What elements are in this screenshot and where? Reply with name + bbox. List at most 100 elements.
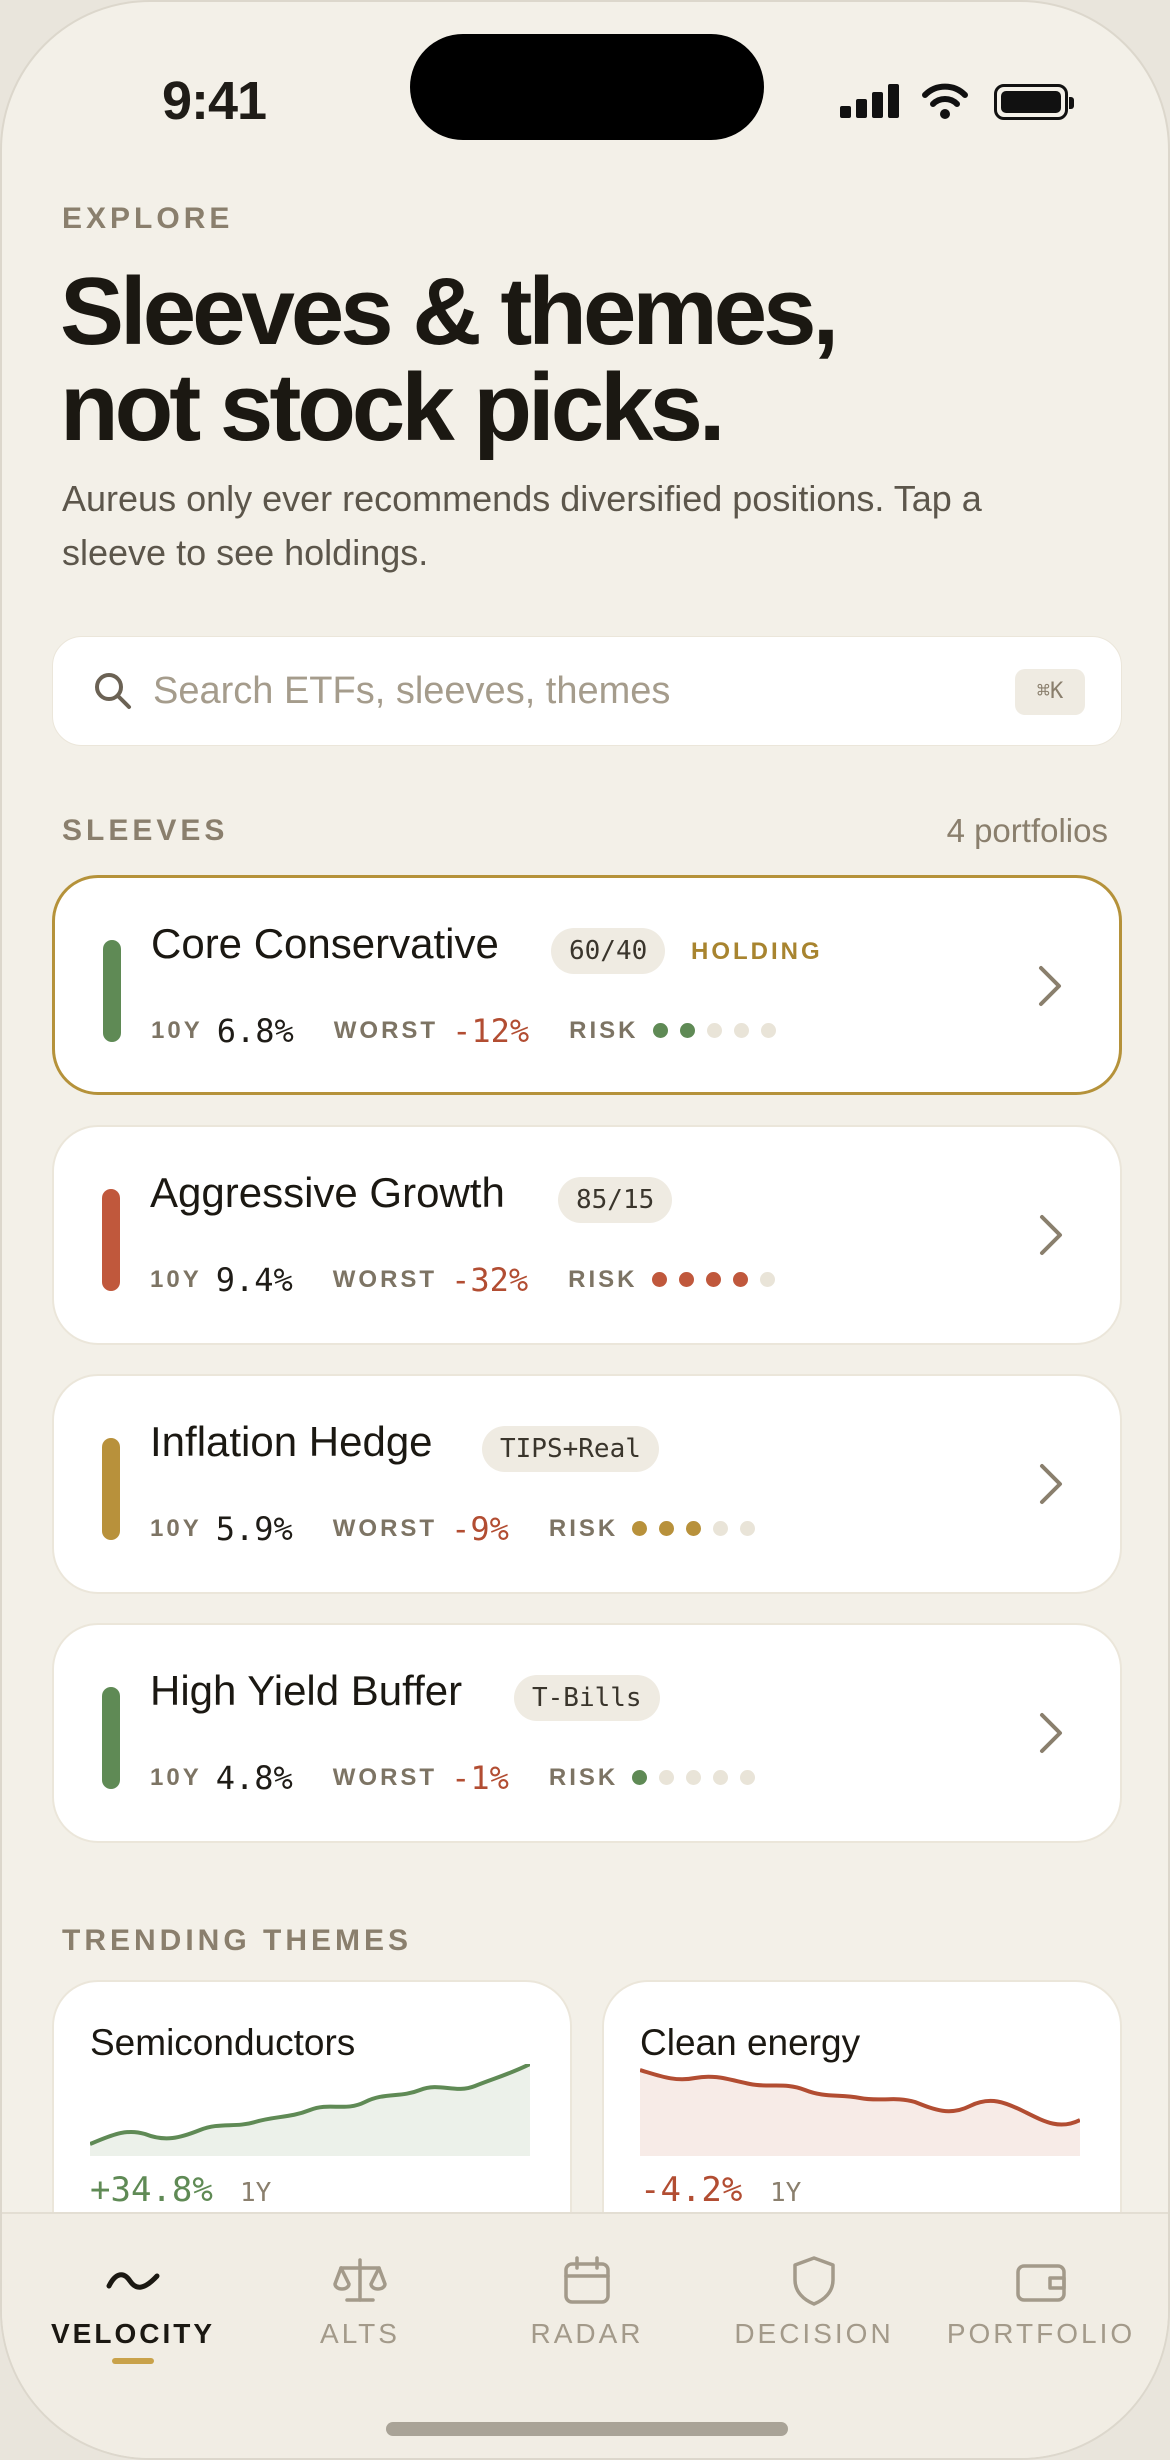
home-indicator bbox=[386, 2422, 788, 2436]
sleeve-color-bar bbox=[102, 1438, 120, 1540]
risk-dot bbox=[678, 1272, 694, 1288]
return-label: 10Y bbox=[150, 1764, 202, 1791]
page-subtitle: Aureus only ever recommends diversified … bbox=[62, 478, 982, 573]
return-value: 9.4% bbox=[215, 1261, 293, 1299]
risk-dot bbox=[733, 1023, 749, 1039]
risk-meter bbox=[632, 1520, 767, 1538]
theme-change: +34.8% bbox=[90, 2170, 213, 2210]
risk-meter bbox=[651, 1271, 787, 1289]
sleeve-card-aggressive-growth[interactable]: Aggressive Growth 85/15 10Y 9.4% WORST -32%… bbox=[52, 1125, 1122, 1345]
phone-screen: 9:41 EXPLORE Sleeves & themes, not stock… bbox=[0, 0, 1170, 2460]
theme-period: 1Y bbox=[770, 2178, 802, 2208]
chevron-right-icon bbox=[1040, 1713, 1062, 1753]
chevron-right-icon bbox=[1039, 966, 1061, 1006]
risk-dot bbox=[632, 1521, 648, 1537]
chevron-right-icon bbox=[1040, 1215, 1062, 1255]
risk-meter bbox=[632, 1769, 767, 1787]
sleeve-name: High Yield Buffer bbox=[150, 1667, 463, 1714]
tab-alts[interactable]: ALTS bbox=[243, 2214, 477, 2414]
search-bar[interactable]: ⌘K bbox=[52, 636, 1122, 746]
risk-label: RISK bbox=[548, 1515, 619, 1542]
sleeve-allocation-tag: 60/40 bbox=[551, 928, 666, 974]
worst-label: WORST bbox=[332, 1764, 438, 1791]
risk-dot bbox=[740, 1770, 756, 1786]
theme-sparkline bbox=[640, 2068, 1080, 2156]
theme-period: 1Y bbox=[240, 2178, 272, 2208]
themes-section-label: TRENDING THEMES bbox=[62, 1924, 413, 1957]
sleeve-card-inflation-hedge[interactable]: Inflation Hedge TIPS+Real 10Y 5.9% WORST -9… bbox=[52, 1374, 1122, 1594]
active-tab-indicator bbox=[112, 2358, 154, 2364]
sleeve-name: Inflation Hedge bbox=[150, 1418, 433, 1465]
cellular-signal-icon bbox=[840, 84, 900, 118]
sleeves-section-label: SLEEVES bbox=[62, 814, 229, 847]
tab-decision[interactable]: DECISION bbox=[697, 2214, 931, 2414]
worst-label: WORST bbox=[332, 1515, 438, 1542]
risk-dot bbox=[659, 1770, 675, 1786]
sleeve-card-high-yield-buffer[interactable]: High Yield Buffer T-Bills 10Y 4.8% WORST -1… bbox=[52, 1623, 1122, 1843]
tab-portfolio[interactable]: PORTFOLIO bbox=[924, 2214, 1158, 2414]
risk-dot bbox=[679, 1023, 695, 1039]
worst-value: -9% bbox=[451, 1510, 509, 1548]
sleeve-allocation-tag: TIPS+Real bbox=[482, 1426, 659, 1472]
theme-sparkline bbox=[90, 2064, 530, 2156]
worst-value: -32% bbox=[451, 1261, 529, 1299]
risk-dot bbox=[706, 1023, 722, 1039]
theme-name: Clean energy bbox=[640, 2022, 861, 2063]
risk-dot bbox=[759, 1272, 775, 1288]
dynamic-island bbox=[410, 34, 764, 140]
sleeve-color-bar bbox=[103, 940, 121, 1042]
page-title-line-2: not stock picks. bbox=[60, 354, 726, 461]
scale-icon bbox=[333, 2258, 387, 2302]
sleeves-count: 4 portfolios bbox=[946, 812, 1108, 849]
worst-value: -12% bbox=[452, 1012, 530, 1050]
tab-label: ALTS bbox=[320, 2318, 400, 2349]
risk-dot bbox=[713, 1521, 729, 1537]
risk-dot bbox=[740, 1521, 756, 1537]
risk-dot bbox=[713, 1770, 729, 1786]
return-label: 10Y bbox=[150, 1515, 202, 1542]
sleeve-stats: 10Y 5.9% WORST -9% RISK bbox=[150, 1510, 767, 1550]
wifi-icon bbox=[922, 83, 968, 119]
sleeve-name: Core Conservative bbox=[151, 920, 499, 967]
keyboard-shortcut-badge: ⌘K bbox=[1015, 669, 1085, 715]
risk-meter bbox=[652, 1022, 788, 1040]
risk-dot bbox=[659, 1521, 675, 1537]
tab-velocity[interactable]: VELOCITY bbox=[16, 2214, 250, 2414]
risk-label: RISK bbox=[569, 1017, 639, 1044]
sleeve-color-bar bbox=[102, 1189, 120, 1291]
return-label: 10Y bbox=[150, 1266, 202, 1293]
holding-badge: HOLDING bbox=[691, 938, 823, 965]
calendar-icon bbox=[564, 2256, 610, 2304]
sleeve-stats: 10Y 6.8% WORST -12% RISK bbox=[151, 1012, 788, 1052]
search-input[interactable] bbox=[153, 661, 953, 721]
risk-label: RISK bbox=[568, 1266, 638, 1293]
risk-dot bbox=[632, 1770, 648, 1786]
sleeve-color-bar bbox=[102, 1687, 120, 1789]
theme-name: Semiconductors bbox=[90, 2022, 356, 2063]
sleeve-stats: 10Y 4.8% WORST -1% RISK bbox=[150, 1759, 767, 1799]
worst-label: WORST bbox=[333, 1017, 439, 1044]
return-value: 5.9% bbox=[215, 1510, 293, 1548]
tab-label: PORTFOLIO bbox=[946, 2318, 1136, 2349]
tab-label: DECISION bbox=[734, 2318, 894, 2349]
chevron-right-icon bbox=[1040, 1464, 1062, 1504]
battery-icon bbox=[994, 84, 1074, 120]
tab-radar[interactable]: RADAR bbox=[470, 2214, 704, 2414]
worst-value: -1% bbox=[451, 1759, 509, 1797]
theme-change: -4.2% bbox=[640, 2170, 743, 2210]
sleeve-name: Aggressive Growth bbox=[150, 1169, 505, 1216]
sleeve-stats: 10Y 9.4% WORST -32% RISK bbox=[150, 1261, 787, 1301]
wallet-icon bbox=[1016, 2264, 1066, 2302]
status-time: 9:41 bbox=[162, 71, 267, 131]
risk-label: RISK bbox=[548, 1764, 619, 1791]
page-eyebrow: EXPLORE bbox=[62, 202, 234, 235]
return-label: 10Y bbox=[151, 1017, 203, 1044]
risk-dot bbox=[652, 1023, 668, 1039]
page-title: Sleeves & themes, not stock picks. bbox=[60, 264, 1110, 456]
risk-dot bbox=[651, 1272, 667, 1288]
risk-dot bbox=[686, 1521, 702, 1537]
tab-label: VELOCITY bbox=[50, 2318, 215, 2349]
sleeve-card-core-conservative[interactable]: Core Conservative 60/40 HOLDING 10Y 6.8% W… bbox=[52, 875, 1122, 1095]
risk-dot bbox=[760, 1023, 776, 1039]
shield-icon bbox=[793, 2256, 835, 2306]
